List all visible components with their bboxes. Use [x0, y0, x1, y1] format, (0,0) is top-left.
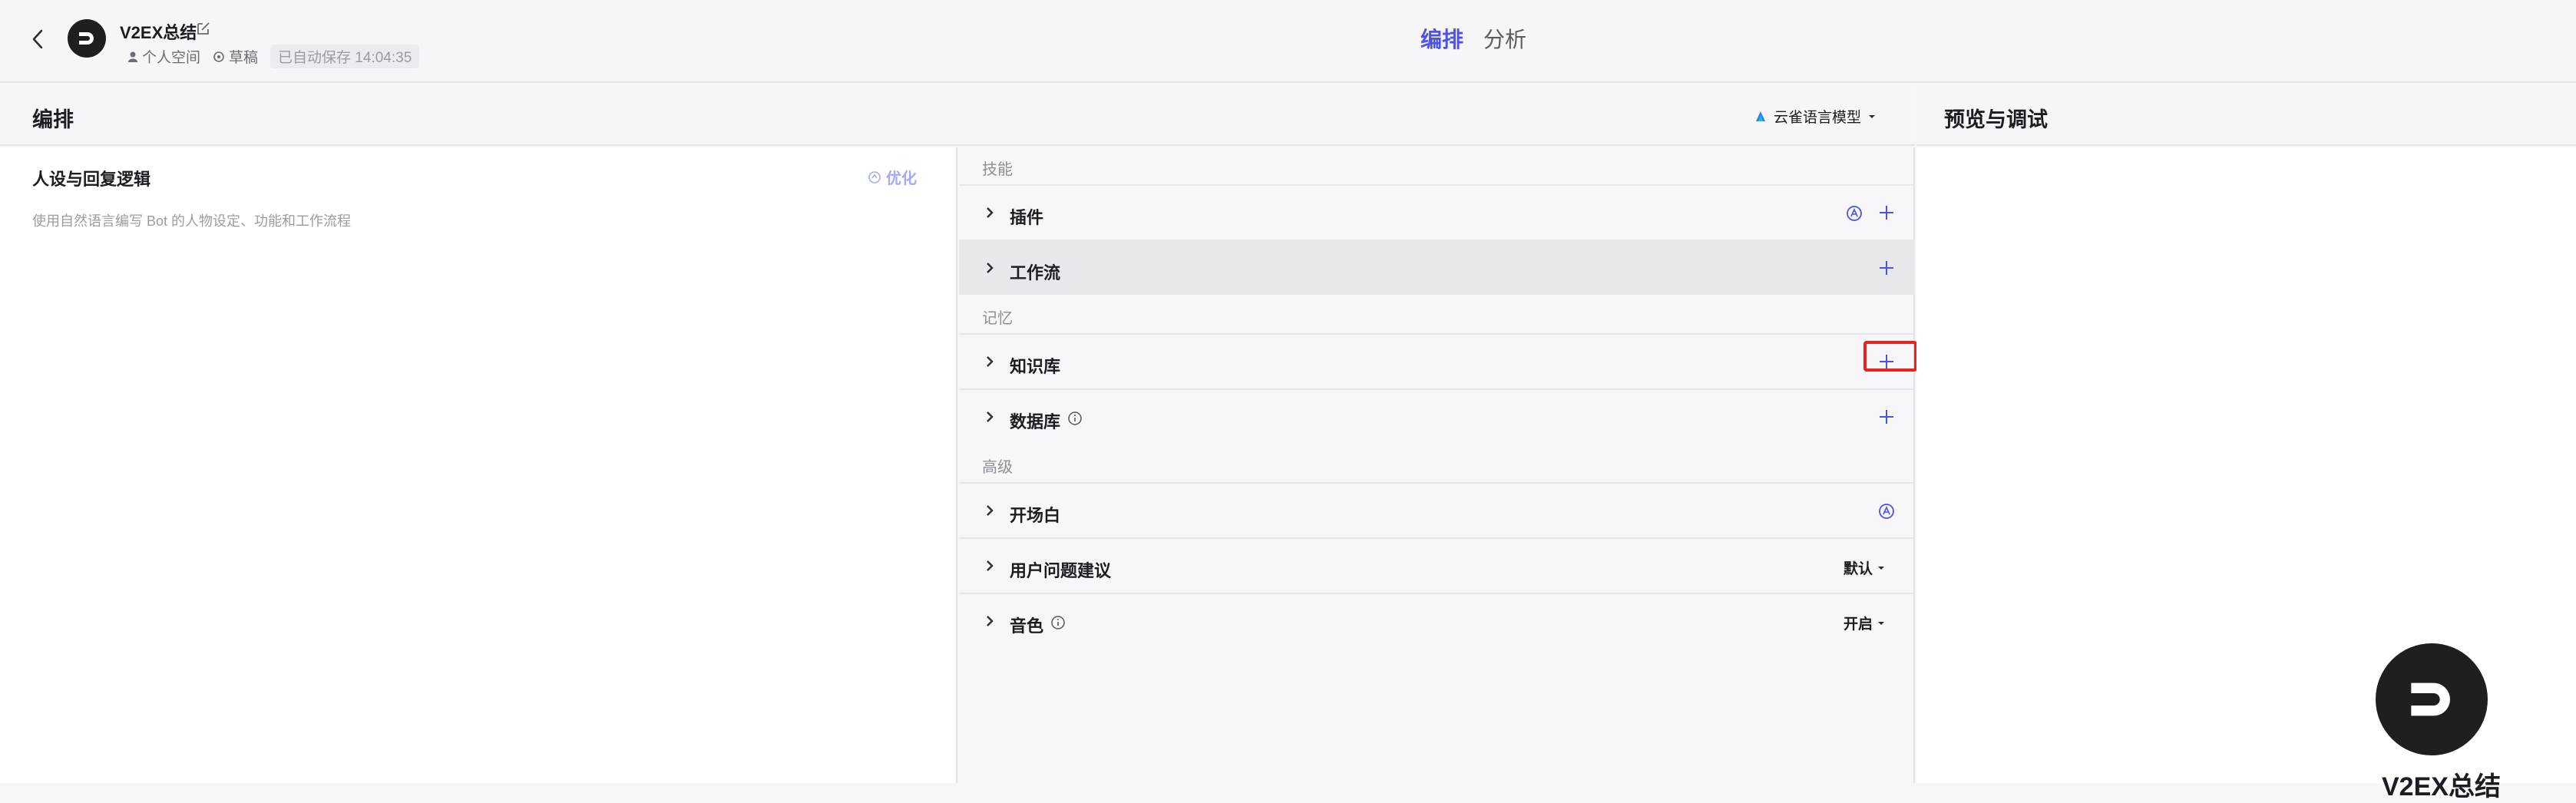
chevron-right-icon: [987, 263, 994, 273]
tab-arrange[interactable]: 编排: [1420, 23, 1463, 54]
add-database-icon[interactable]: [1877, 407, 1896, 427]
bot-logo-icon: [79, 32, 94, 45]
preview-panel: V2EX总结: [1916, 147, 2576, 801]
prompt-title: 人设与回复逻辑: [32, 170, 151, 189]
draft-icon: [213, 51, 224, 62]
optimize-button[interactable]: 优化: [868, 166, 917, 188]
add-plugin-icon[interactable]: [1877, 203, 1896, 223]
bot-avatar: [68, 19, 106, 58]
preview-bot-avatar: [2376, 643, 2488, 755]
workflow-label: 工作流: [1010, 263, 1061, 283]
chevron-right-icon: [987, 356, 994, 367]
preview-panel-header: 预览与调试: [1916, 84, 2576, 146]
plugin-label: 插件: [1010, 208, 1044, 227]
caret-down-icon: [1869, 114, 1876, 118]
model-select[interactable]: 云雀语言模型: [1754, 106, 1877, 127]
status-info: 草稿: [213, 46, 258, 67]
edit-icon[interactable]: [195, 20, 212, 37]
suggestions-dropdown[interactable]: 默认: [1844, 557, 1885, 578]
suggestions-label: 用户问题建议: [1010, 561, 1112, 580]
edit-panel-title: 编排: [32, 108, 74, 131]
model-icon: [1756, 111, 1765, 121]
auto-add-icon[interactable]: [1845, 204, 1863, 223]
voice-dropdown[interactable]: 开启: [1844, 613, 1885, 633]
section-skills: 技能: [982, 161, 1013, 178]
voice-row[interactable]: 音色 开启: [959, 593, 1915, 648]
knowledge-label: 知识库: [1010, 357, 1061, 376]
chevron-right-icon: [987, 207, 994, 218]
autosave-badge: 已自动保存 14:04:35: [270, 45, 420, 68]
plugin-row[interactable]: 插件: [959, 184, 1915, 240]
workflow-row[interactable]: 工作流: [959, 240, 1915, 295]
opening-row[interactable]: 开场白: [959, 482, 1915, 537]
auto-generate-icon[interactable]: [1877, 502, 1896, 520]
optimize-label: 优化: [886, 170, 917, 187]
database-row[interactable]: 数据库: [959, 388, 1915, 444]
chevron-right-icon: [987, 616, 994, 626]
preview-bot-name: V2EX总结: [2382, 772, 2501, 801]
database-label: 数据库: [1010, 412, 1061, 431]
edit-panel-header: 编排 云雀语言模型: [0, 84, 1915, 146]
caret-down-icon: [1878, 621, 1885, 625]
prompt-editor[interactable]: 使用自然语言编写 Bot 的人物设定、功能和工作流程: [32, 210, 351, 230]
section-advanced: 高级: [982, 459, 1013, 476]
bot-logo-icon: [2411, 682, 2450, 716]
chevron-right-icon: [987, 560, 994, 571]
info-icon[interactable]: [1066, 410, 1083, 427]
highlight-box: [1863, 341, 1917, 372]
add-workflow-icon[interactable]: [1877, 258, 1896, 278]
preview-panel-title: 预览与调试: [1944, 108, 2048, 131]
space-label: 个人空间: [142, 50, 201, 66]
mode-tabs: 编排 分析: [1420, 23, 1526, 54]
bot-meta: 个人空间 草稿 已自动保存 14:04:35: [127, 45, 420, 68]
section-memory: 记忆: [982, 310, 1013, 327]
info-icon[interactable]: [1050, 614, 1066, 631]
model-name: 云雀语言模型: [1774, 110, 1862, 126]
opening-label: 开场白: [1010, 506, 1061, 525]
space-info: 个人空间: [127, 46, 200, 67]
top-header: V2EX总结 个人空间 草稿 已自动保存 14:04:35 编排 分析: [0, 0, 2576, 83]
optimize-icon: [868, 170, 881, 183]
bot-name: V2EX总结: [120, 23, 197, 42]
prompt-panel: 人设与回复逻辑 优化 使用自然语言编写 Bot 的人物设定、功能和工作流程: [0, 147, 957, 783]
status-label: 草稿: [229, 50, 259, 66]
chevron-right-icon: [987, 505, 994, 516]
suggestions-row[interactable]: 用户问题建议 默认: [959, 537, 1915, 593]
suggestions-value: 默认: [1844, 561, 1873, 577]
voice-label: 音色: [1010, 616, 1044, 636]
user-icon: [128, 51, 137, 62]
back-arrow-icon[interactable]: [28, 25, 49, 54]
chevron-right-icon: [987, 411, 994, 422]
skills-panel: 技能 插件 工作流 记忆 知识库 数据库 高级 开场白 用户问题建议 默认 音色…: [959, 147, 1917, 783]
caret-down-icon: [1878, 566, 1885, 570]
tab-analysis[interactable]: 分析: [1483, 23, 1526, 54]
knowledge-row[interactable]: 知识库: [959, 333, 1917, 388]
voice-value: 开启: [1844, 616, 1873, 633]
